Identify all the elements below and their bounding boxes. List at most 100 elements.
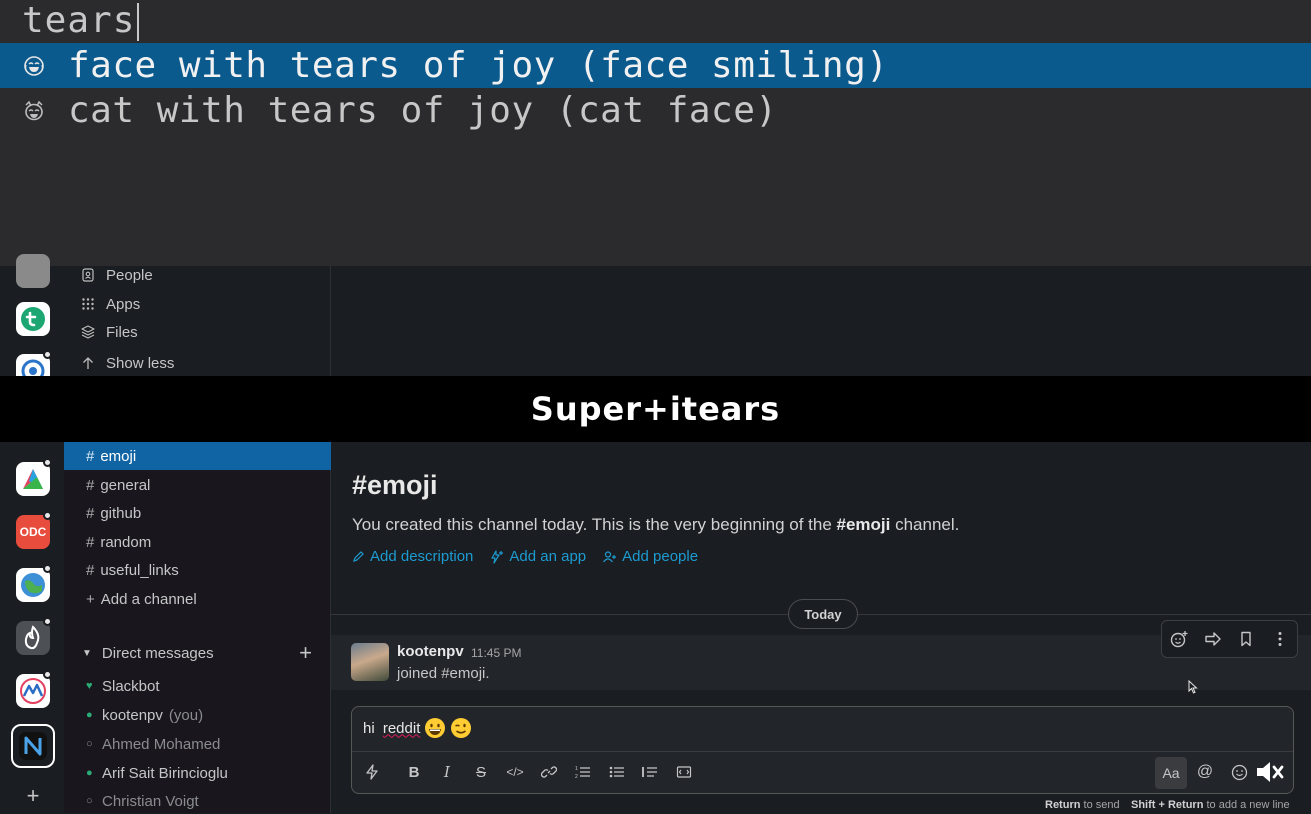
workspace-rail	[0, 254, 64, 388]
dm-item-ahmed[interactable]: ○ Ahmed Mohamed	[86, 731, 220, 757]
workspace-icon[interactable]	[16, 302, 50, 336]
presence-active-icon: ●	[86, 709, 93, 721]
channel-github[interactable]: # github	[64, 499, 331, 527]
strikethrough-icon[interactable]: S	[469, 759, 493, 785]
sidebar-item-label: Show less	[106, 354, 175, 372]
unread-dot	[43, 617, 52, 626]
caret-down-icon: ▼	[82, 647, 92, 659]
ordered-list-icon[interactable]: 12	[571, 759, 595, 785]
channel-actions: Add description Add an app Add people	[352, 548, 698, 565]
action-label: Add an app	[509, 548, 587, 565]
add-dm-button[interactable]: +	[299, 640, 312, 666]
presence-away-icon: ○	[86, 738, 93, 750]
workspace-icon-active[interactable]	[11, 724, 55, 768]
message-time[interactable]: 11:45 PM	[471, 646, 521, 660]
emoji-picker: tears face with tears of joy (face smili…	[0, 0, 1311, 266]
dm-name: Arif Sait Birincioglu	[102, 764, 228, 782]
hash-icon: #	[86, 504, 95, 522]
dm-name: Slackbot	[102, 677, 160, 695]
composer-misspelled-word: reddit	[382, 719, 421, 737]
dm-item-christian[interactable]: ○ Christian Voigt	[86, 788, 199, 814]
sidebar-item-label: People	[106, 266, 153, 284]
workspace-icon[interactable]	[16, 674, 50, 708]
add-channel-label: Add a channel	[100, 590, 197, 608]
action-label: Add people	[622, 548, 699, 565]
dm-name: Christian Voigt	[102, 792, 199, 810]
add-reaction-icon[interactable]	[1168, 628, 1190, 650]
svg-text:1: 1	[575, 766, 578, 772]
add-description-link[interactable]: Add description	[352, 548, 473, 565]
heart-icon: ♥	[86, 680, 93, 692]
person-plus-icon	[603, 550, 617, 562]
channel-general[interactable]: # general	[64, 471, 331, 499]
channel-label: useful_links	[100, 561, 179, 579]
sidebar-item-label: Apps	[106, 295, 141, 313]
workspace-icon[interactable]	[16, 621, 50, 655]
hint-key: Shift + Return	[1131, 799, 1204, 811]
composer-text: hi	[363, 719, 379, 737]
sidebar-item-apps[interactable]: Apps	[80, 290, 140, 318]
bullet-list-icon[interactable]	[605, 759, 629, 785]
sidebar: People Apps Files Show less	[64, 266, 331, 376]
workspace-icon-odc[interactable]: ODC	[16, 515, 50, 549]
dm-note: (you)	[168, 706, 204, 724]
workspace-icon[interactable]	[16, 254, 50, 288]
slack-window: ODC + # emoji # general # github # rando…	[0, 442, 1311, 813]
picker-result[interactable]: cat with tears of joy (cat face)	[0, 88, 1311, 133]
emoji-picker-icon[interactable]	[1227, 759, 1251, 785]
sidebar-item-files[interactable]: Files	[80, 318, 138, 346]
workspace-icon[interactable]	[16, 462, 50, 496]
mention-icon[interactable]: @	[1193, 759, 1217, 785]
direct-messages-header[interactable]: ▼ Direct messages +	[82, 640, 312, 666]
dm-item-kootenpv[interactable]: ● kootenpv (you)	[86, 702, 203, 728]
hint-text: to send	[1080, 799, 1120, 811]
italic-icon[interactable]: I	[435, 759, 459, 785]
hash-icon: #	[86, 476, 95, 494]
message-composer[interactable]: hi reddit B I S </> 12 Aa @	[351, 706, 1294, 794]
dm-item-slackbot[interactable]: ♥ Slackbot	[86, 673, 160, 699]
picker-query-text: tears	[22, 0, 136, 41]
unread-dot	[43, 350, 52, 359]
send-hint: Return to send	[1045, 799, 1120, 811]
contact-card-icon	[80, 267, 96, 283]
hint-key: Return	[1045, 799, 1081, 811]
sidebar-item-people[interactable]: People	[80, 261, 153, 289]
channel-random[interactable]: # random	[64, 528, 331, 556]
plus-icon: +	[86, 590, 95, 608]
show-less-button[interactable]: Show less	[80, 349, 174, 377]
sidebar: # emoji # general # github # random # us…	[64, 442, 331, 813]
add-people-link[interactable]: Add people	[602, 548, 698, 565]
channel-useful-links[interactable]: # useful_links	[64, 556, 331, 584]
composer-input[interactable]: hi reddit	[363, 717, 472, 739]
channel-label: general	[100, 476, 151, 494]
blockquote-icon[interactable]	[638, 759, 662, 785]
formatting-toggle-button[interactable]: Aa	[1155, 757, 1187, 789]
add-channel-button[interactable]: + Add a channel	[64, 585, 331, 613]
grinning-face-emoji-icon	[425, 718, 446, 738]
workspace-icon[interactable]	[16, 568, 50, 602]
face-tears-of-joy-icon	[22, 54, 46, 78]
message-author[interactable]: kootenpv	[397, 643, 464, 660]
code-block-icon[interactable]	[672, 759, 696, 785]
channel-view: #emoji You created this channel today. T…	[331, 442, 1311, 813]
add-workspace-button[interactable]: +	[23, 785, 43, 807]
channel-emoji[interactable]: # emoji	[64, 442, 331, 470]
picker-result-selected[interactable]: face with tears of joy (face smiling)	[0, 43, 1311, 88]
dm-item-arif[interactable]: ● Arif Sait Birincioglu	[86, 760, 228, 786]
link-icon[interactable]	[537, 759, 561, 785]
muted-speaker-icon[interactable]	[1254, 759, 1288, 785]
svg-text:2: 2	[575, 774, 578, 779]
more-actions-icon[interactable]	[1269, 628, 1291, 650]
forward-icon[interactable]	[1202, 628, 1224, 650]
unread-dot	[43, 564, 52, 573]
bold-icon[interactable]: B	[402, 759, 426, 785]
picker-query-input[interactable]: tears	[22, 0, 140, 42]
add-app-link[interactable]: Add an app	[489, 548, 586, 565]
date-divider-pill[interactable]: Today	[788, 599, 858, 629]
code-icon[interactable]: </>	[503, 759, 527, 785]
bookmark-icon[interactable]	[1235, 628, 1257, 650]
hash-icon: #	[86, 561, 95, 579]
winking-face-emoji-icon	[451, 718, 472, 738]
avatar[interactable]	[351, 643, 389, 681]
shortcuts-bolt-icon[interactable]	[360, 759, 384, 785]
